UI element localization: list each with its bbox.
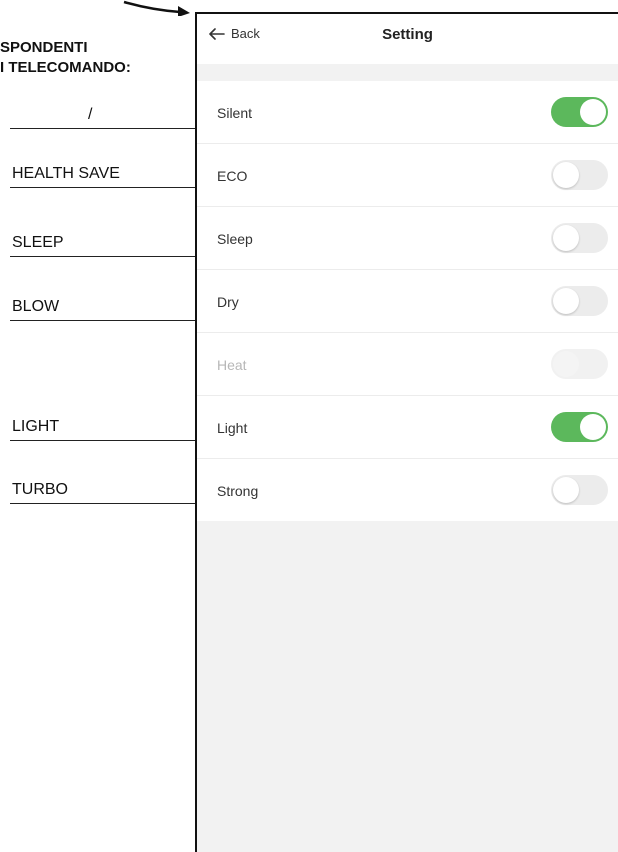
divider	[10, 320, 200, 321]
top-bar: Back Setting	[197, 14, 618, 64]
divider	[10, 128, 200, 129]
setting-label: Strong	[217, 483, 259, 499]
manual-label: BLOW	[12, 298, 60, 315]
setting-row-heat: Heat	[197, 333, 618, 396]
curved-arrow-icon	[123, 0, 190, 16]
manual-row: LIGHT	[0, 411, 200, 441]
toggle-knob	[580, 99, 606, 125]
divider	[10, 187, 200, 188]
toggle-dry[interactable]	[551, 286, 608, 316]
manual-row: SLEEP	[0, 227, 200, 257]
setting-row-eco: ECO	[197, 144, 618, 207]
toggle-knob	[553, 477, 579, 503]
toggle-light[interactable]	[551, 412, 608, 442]
manual-heading: SPONDENTI I TELECOMANDO:	[0, 38, 190, 78]
toggle-knob	[580, 414, 606, 440]
toggle-sleep[interactable]	[551, 223, 608, 253]
manual-row: /	[0, 99, 200, 129]
setting-label: Silent	[217, 105, 253, 121]
toggle-strong[interactable]	[551, 475, 608, 505]
toggle-knob	[553, 351, 579, 377]
manual-row: HEALTH SAVE	[0, 158, 200, 188]
toggle-eco[interactable]	[551, 160, 608, 190]
manual-label: SLEEP	[12, 234, 64, 251]
app-screen: Back Setting Silent ECO Sleep Dry Heat Light S…	[195, 12, 618, 852]
manual-label: LIGHT	[12, 418, 60, 435]
setting-label: Light	[217, 420, 248, 436]
toggle-silent[interactable]	[551, 97, 608, 127]
setting-row-light: Light	[197, 396, 618, 459]
manual-heading-line2: I TELECOMANDO:	[0, 59, 131, 76]
setting-row-sleep: Sleep	[197, 207, 618, 270]
setting-label: Sleep	[217, 231, 253, 247]
toggle-knob	[553, 162, 579, 188]
toggle-knob	[553, 225, 579, 251]
setting-label: ECO	[217, 168, 248, 184]
setting-row-dry: Dry	[197, 270, 618, 333]
divider	[10, 503, 200, 504]
manual-row: TURBO	[0, 474, 200, 504]
manual-label: /	[88, 106, 93, 123]
divider	[10, 256, 200, 257]
setting-label: Dry	[217, 294, 239, 310]
page-title: Setting	[382, 26, 433, 43]
divider	[10, 440, 200, 441]
toggle-heat	[551, 349, 608, 379]
setting-row-strong: Strong	[197, 459, 618, 521]
manual-label: HEALTH SAVE	[12, 165, 120, 182]
toggle-knob	[553, 288, 579, 314]
setting-label: Heat	[217, 357, 247, 373]
settings-list: Silent ECO Sleep Dry Heat Light Strong	[197, 81, 618, 521]
setting-row-silent: Silent	[197, 81, 618, 144]
manual-row: BLOW	[0, 291, 200, 321]
manual-heading-line1: SPONDENTI	[0, 39, 88, 56]
manual-label: TURBO	[12, 481, 68, 498]
